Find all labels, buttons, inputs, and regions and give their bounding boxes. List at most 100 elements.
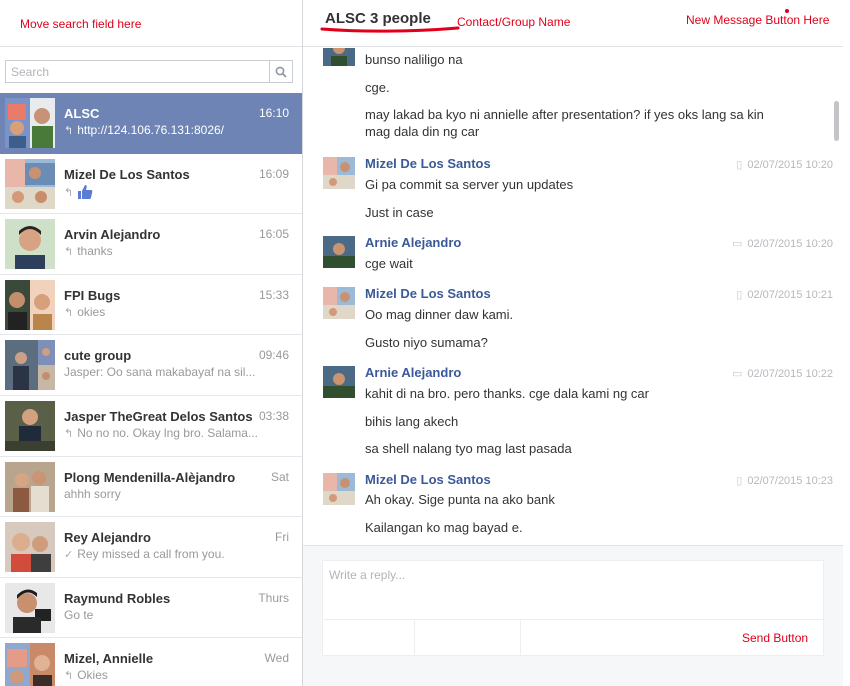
conversation-time: Fri	[275, 530, 289, 545]
conversation-name: Raymund Robles	[64, 590, 171, 606]
chat-icon: ▭	[731, 368, 743, 380]
conversation-preview-row: ↰ thanks	[64, 244, 259, 258]
toolbar-slot[interactable]	[323, 620, 415, 656]
sender-avatar	[323, 157, 355, 189]
avatar	[5, 582, 55, 633]
avatar	[5, 400, 55, 451]
message-text: Ah okay. Sige punta na ako bank	[365, 492, 555, 507]
checkmark-icon: ✓	[64, 549, 74, 562]
message-thread: bunso naliligo na cge. may lakad ba kyo …	[303, 48, 843, 544]
conversation-pane: ALSC 3 people Contact/Group Name New Mes…	[303, 0, 843, 686]
annotation-new-message: New Message Button Here	[686, 13, 830, 27]
message-text: Gi pa commit sa server yun updates	[365, 177, 574, 192]
conversation-preview: No no no. Okay lng bro. Salama...	[77, 425, 258, 440]
search-icon	[275, 66, 287, 78]
thumbs-up-icon	[77, 184, 93, 203]
reply-composer: Send Button	[322, 560, 824, 656]
avatar	[5, 158, 55, 209]
scrollbar-thumb[interactable]	[834, 101, 839, 141]
sender-avatar	[323, 287, 355, 319]
sidebar-header: Move search field here	[0, 0, 302, 47]
group-avatar	[5, 279, 55, 330]
conversation-item[interactable]: Mizel De Los Santos 16:09 ↰	[0, 153, 302, 215]
reply-input[interactable]	[323, 561, 821, 611]
conversation-item[interactable]: Jasper TheGreat Delos Santos 03:38 ↰ No n…	[0, 395, 302, 457]
conversation-item[interactable]: Mizel, Annielle Wed ↰ Okies	[0, 638, 302, 686]
chat-icon: ▭	[731, 238, 743, 250]
sender-name[interactable]: Mizel De Los Santos	[365, 472, 491, 487]
conversation-sidebar: Move search field here Search ALSC 16:10…	[0, 0, 303, 686]
conversation-name: Mizel, Annielle	[64, 651, 154, 667]
conversation-title[interactable]: ALSC 3 people	[325, 10, 431, 27]
conversation-preview: http://124.106.76.131:8026/	[77, 123, 225, 137]
sender-avatar	[323, 473, 355, 505]
conversation-name: FPI Bugs	[64, 287, 121, 303]
conversation-time: 09:46	[258, 348, 289, 363]
conversation-item[interactable]: FPI Bugs 15:33 ↰ okies	[0, 274, 302, 336]
message-text: Just in case	[365, 205, 434, 220]
avatar	[5, 522, 55, 573]
conversation-preview-row: ↰	[64, 184, 259, 203]
conversation-name: Rey Alejandro	[64, 530, 151, 546]
conversation-item[interactable]: Plong Mendenilla-Alèjandro Sat ahhh sorr…	[0, 456, 302, 518]
message-text: kahit di na bro. pero thanks. cge dala k…	[365, 386, 649, 401]
sender-name[interactable]: Mizel De Los Santos	[365, 156, 491, 171]
mobile-icon: ▯	[736, 475, 743, 487]
composer-toolbar: Send Button	[323, 619, 823, 656]
sender-name[interactable]: Arnie Alejandro	[365, 365, 461, 380]
conversation-name: Plong Mendenilla-Alèjandro	[64, 469, 236, 485]
message-timestamp: ▭ 02/07/2015 10:22	[731, 368, 833, 380]
sender-name[interactable]: Arnie Alejandro	[365, 235, 461, 250]
conversation-name: ALSC	[64, 106, 100, 121]
mobile-icon: ▯	[736, 159, 743, 171]
sender-name[interactable]: Mizel De Los Santos	[365, 286, 491, 301]
conversation-preview-row: ↰ No no no. Okay lng bro. Salama...	[64, 426, 259, 440]
group-avatar	[5, 98, 55, 148]
conversation-time: Thurs	[258, 590, 289, 605]
message-text: Kailangan ko mag bayad e.	[365, 520, 523, 535]
toolbar-slot[interactable]	[415, 620, 521, 656]
composer-area: Send Button	[303, 545, 843, 686]
message-text: Gusto niyo sumama?	[365, 335, 488, 350]
conversation-item[interactable]: cute group 09:46 Jasper: Oo sana makabay…	[0, 335, 302, 396]
search-field	[5, 60, 293, 83]
annotation-underline	[320, 26, 460, 33]
search-button[interactable]	[269, 61, 292, 82]
conversation-time: 15:33	[258, 287, 289, 302]
conversation-preview-row: Go te	[64, 608, 259, 622]
conversation-item[interactable]: Rey Alejandro Fri ✓ Rey missed a call fro…	[0, 517, 302, 578]
conversation-name: Mizel De Los Santos	[64, 166, 190, 182]
conversation-header: ALSC 3 people Contact/Group Name New Mes…	[303, 0, 843, 47]
conversation-list: ALSC 16:10 ↰ http://124.106.76.131:8026/ …	[0, 93, 302, 686]
conversation-item[interactable]: Raymund Robles Thurs Go te	[0, 577, 302, 639]
mobile-icon: ▯	[736, 289, 743, 301]
conversation-preview: Okies	[77, 668, 108, 683]
conversation-preview-row: ↰ Okies	[64, 668, 259, 682]
avatar	[5, 461, 55, 512]
group-avatar	[5, 340, 55, 391]
message-text: cge wait	[365, 256, 413, 271]
search-input[interactable]	[6, 61, 268, 82]
conversation-preview-row: ↰ http://124.106.76.131:8026/	[64, 123, 259, 137]
conversation-name: cute group	[64, 348, 132, 364]
conversation-time: 16:05	[258, 227, 289, 242]
reply-icon: ↰	[64, 125, 74, 137]
group-avatar	[5, 643, 55, 686]
annotation-dot	[785, 9, 789, 13]
message-text: bihis lang akech	[365, 414, 459, 429]
conversation-preview: Jasper: Oo sana makabayaf na sil...	[64, 365, 256, 380]
annotation-contact-group: Contact/Group Name	[457, 15, 571, 29]
conversation-time: Sat	[270, 469, 289, 484]
conversation-preview: Go te	[64, 607, 94, 622]
conversation-item[interactable]: ALSC 16:10 ↰ http://124.106.76.131:8026/	[0, 93, 302, 154]
conversation-preview: Rey missed a call from you.	[77, 547, 225, 562]
sender-avatar	[323, 366, 355, 398]
conversation-time: 16:09	[258, 166, 289, 181]
conversation-preview-row: ahhh sorry	[64, 487, 259, 501]
message-text: bunso naliligo na	[365, 52, 463, 67]
sender-avatar	[323, 236, 355, 268]
reply-icon: ↰	[64, 306, 74, 319]
conversation-item[interactable]: Arvin Alejandro 16:05 ↰ thanks	[0, 214, 302, 275]
reply-icon: ↰	[64, 670, 74, 683]
conversation-preview: okies	[77, 304, 106, 319]
